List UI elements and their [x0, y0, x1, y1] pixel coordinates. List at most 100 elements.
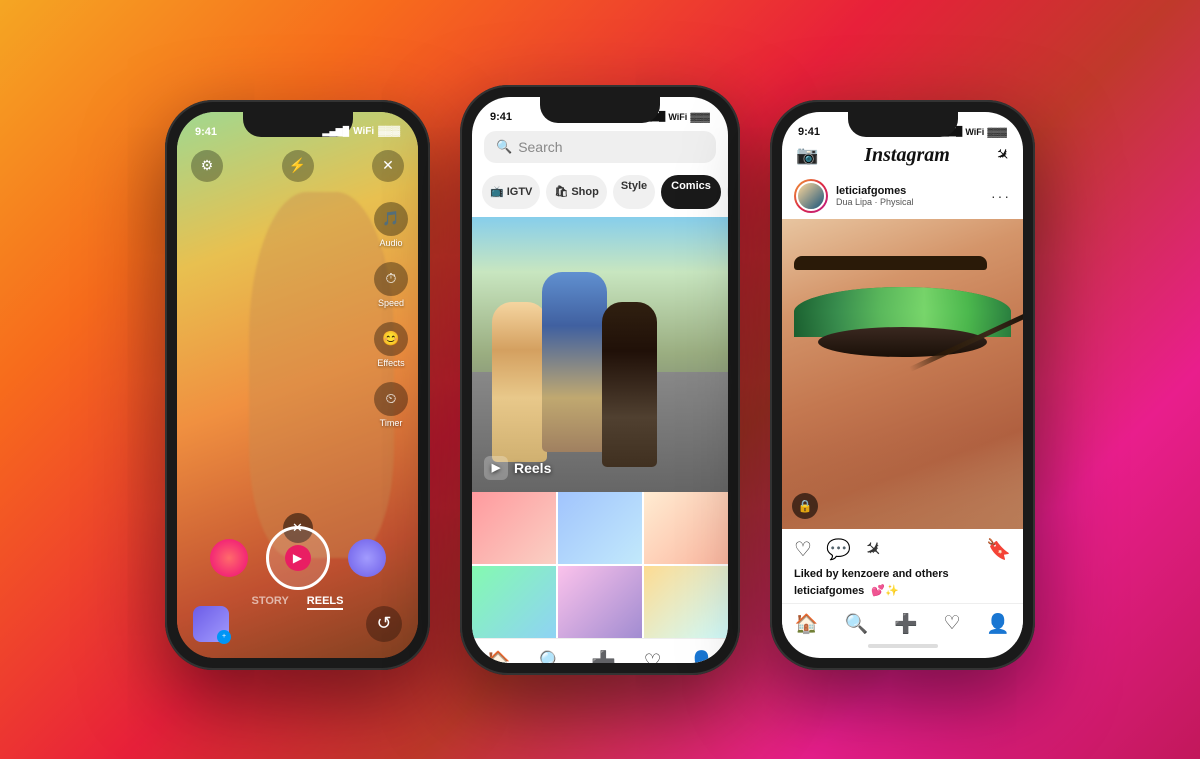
grid-thumb-2[interactable]	[558, 492, 642, 564]
tab-shop[interactable]: 🛍 Shop	[546, 175, 606, 209]
nav-add-right[interactable]: ➕	[894, 612, 918, 636]
nav-search-mid[interactable]: 🔍	[538, 649, 563, 663]
caption-text: 💕✨	[871, 585, 898, 597]
nav-heart-mid[interactable]: ♡	[644, 649, 662, 663]
gallery-button[interactable]: +	[193, 606, 229, 642]
wifi-mid: WiFi	[668, 112, 687, 122]
nav-home-mid[interactable]: 🏠	[486, 649, 511, 663]
phone-mid: 9:41 ▂▄▆█ WiFi ▓▓▓ 🔍 Search 📺 IGTV 🛍 Sho…	[460, 85, 740, 675]
reels-preview: ▶ Reels	[472, 217, 728, 492]
person-3	[602, 302, 657, 467]
timer-tool[interactable]: ⏲ Timer	[374, 382, 408, 428]
status-time-left: 9:41	[195, 126, 217, 138]
camera-top-controls: ⚙ ⚡ ✕	[191, 150, 404, 182]
nav-search-right[interactable]: 🔍	[844, 612, 868, 636]
tab-style[interactable]: Style	[613, 175, 655, 209]
phone-right: 9:41 ▂▄▆█ WiFi ▓▓▓ 📷 Instagram ✈ leticia…	[770, 100, 1035, 670]
post-caption: leticiafgomes 💕✨	[782, 582, 1023, 603]
eyebrow	[794, 256, 987, 270]
igtv-icon: 📺	[490, 185, 504, 198]
flip-camera-button[interactable]: ↺	[366, 606, 402, 642]
battery-icon-left: ▓▓▓	[378, 126, 400, 137]
reels-label: ▶ Reels	[484, 456, 551, 480]
reels-shutter-icon: ▶	[293, 551, 302, 565]
effect-button-1[interactable]	[210, 539, 248, 577]
status-icons-left: ▂▄▆█ WiFi ▓▓▓	[323, 126, 401, 137]
bookmark-button[interactable]: 🔖	[986, 537, 1011, 562]
wifi-icon-left: WiFi	[353, 126, 374, 137]
side-tools: 🎵 Audio ⏱ Speed 😊 Effects ⏲ Timer	[374, 202, 408, 428]
wifi-right: WiFi	[965, 127, 984, 137]
post-song: Dua Lipa · Physical	[836, 197, 914, 207]
tab-igtv[interactable]: 📺 IGTV	[482, 175, 540, 209]
camera-header-icon[interactable]: 📷	[796, 145, 818, 166]
grid-thumb-4[interactable]	[472, 566, 556, 638]
app-header: 📷 Instagram ✈	[782, 138, 1023, 173]
post-user-info: leticiafgomes Dua Lipa · Physical	[794, 179, 914, 213]
gallery-badge: +	[217, 630, 231, 644]
home-indicator-right	[868, 644, 938, 648]
status-time-right: 9:41	[798, 126, 820, 138]
effects-tool[interactable]: 😊 Effects	[374, 322, 408, 368]
share-button[interactable]: ✈	[858, 534, 888, 564]
screen-mid: 9:41 ▂▄▆█ WiFi ▓▓▓ 🔍 Search 📺 IGTV 🛍 Sho…	[472, 97, 728, 663]
battery-mid: ▓▓▓	[690, 112, 710, 122]
post-actions: ♡ 💬 ✈ 🔖	[782, 529, 1023, 566]
bottom-row: + ↺	[193, 606, 402, 642]
post-image: 🔒	[782, 219, 1023, 529]
reels-label-icon: ▶	[484, 456, 508, 480]
nav-profile-right[interactable]: 👤	[986, 612, 1010, 636]
nav-heart-right[interactable]: ♡	[943, 612, 960, 635]
search-bar[interactable]: 🔍 Search	[484, 131, 716, 163]
phone-left: 9:41 ▂▄▆█ WiFi ▓▓▓ ⚙ ⚡ ✕ 🎵 Audio ⏱ S	[165, 100, 430, 670]
more-options-button[interactable]: ···	[991, 188, 1011, 204]
nav-home-right[interactable]: 🏠	[795, 612, 819, 636]
like-button[interactable]: ♡	[794, 537, 812, 562]
post-likes: Liked by kenzoere and others	[782, 566, 1023, 582]
shutter-inner: ▶	[285, 545, 311, 571]
bottom-nav-mid: 🏠 🔍 ➕ ♡ 👤	[472, 638, 728, 663]
shop-icon: 🛍	[554, 185, 568, 198]
liked-by-user[interactable]: kenzoere	[842, 568, 890, 580]
user-text: leticiafgomes Dua Lipa · Physical	[836, 185, 914, 207]
flash-icon[interactable]: ⚡	[282, 150, 314, 182]
settings-icon[interactable]: ⚙	[191, 150, 223, 182]
caption-user: leticiafgomes	[794, 585, 864, 597]
search-placeholder: Search	[518, 139, 562, 155]
effect-button-2[interactable]	[348, 539, 386, 577]
grid-thumb-1[interactable]	[472, 492, 556, 564]
tab-tv-movies[interactable]: TV & Movies	[727, 175, 728, 209]
person-1	[492, 302, 547, 462]
avatar[interactable]	[794, 179, 828, 213]
nav-add-mid[interactable]: ➕	[591, 649, 616, 663]
lock-badge: 🔒	[792, 493, 818, 519]
audio-tool[interactable]: 🎵 Audio	[374, 202, 408, 248]
status-time-mid: 9:41	[490, 111, 512, 123]
grid-thumb-5[interactable]	[558, 566, 642, 638]
battery-right: ▓▓▓	[987, 127, 1007, 137]
post-header: leticiafgomes Dua Lipa · Physical ···	[782, 173, 1023, 219]
avatar-inner	[796, 181, 826, 211]
notch-right	[848, 112, 958, 137]
speed-tool[interactable]: ⏱ Speed	[374, 262, 408, 308]
tab-comics[interactable]: Comics	[661, 175, 721, 209]
screen-right: 9:41 ▂▄▆█ WiFi ▓▓▓ 📷 Instagram ✈ leticia…	[782, 112, 1023, 658]
post-username[interactable]: leticiafgomes	[836, 185, 914, 197]
action-left: ♡ 💬 ✈	[794, 537, 882, 562]
grid-thumb-6[interactable]	[644, 566, 728, 638]
send-header-icon[interactable]: ✈	[990, 143, 1014, 167]
grid-thumb-3[interactable]	[644, 492, 728, 564]
instagram-logo: Instagram	[864, 144, 950, 167]
face-lower	[782, 429, 1023, 529]
shutter-button[interactable]: ▶	[266, 526, 330, 590]
nav-profile-mid[interactable]: 👤	[689, 649, 714, 663]
close-icon[interactable]: ✕	[372, 150, 404, 182]
screen-left: 9:41 ▂▄▆█ WiFi ▓▓▓ ⚙ ⚡ ✕ 🎵 Audio ⏱ S	[177, 112, 418, 658]
comment-button[interactable]: 💬	[826, 537, 851, 562]
shutter-row: ▶	[177, 526, 418, 590]
person-2	[542, 272, 607, 452]
person-silhouette	[249, 192, 394, 558]
photo-grid	[472, 492, 728, 638]
search-icon: 🔍	[496, 139, 512, 155]
signal-icon-left: ▂▄▆█	[323, 126, 350, 137]
